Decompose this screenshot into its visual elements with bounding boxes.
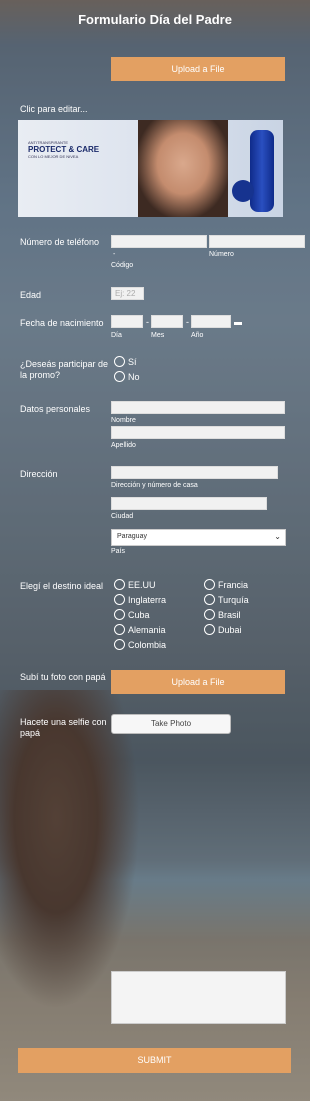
birth-year-caption: Año <box>191 332 204 339</box>
dest-dubai-radio[interactable]: Dubai <box>204 624 242 635</box>
birthdate-label: Fecha de nacimiento <box>20 318 104 328</box>
radio-circle-icon <box>114 594 125 605</box>
radio-circle-icon <box>114 371 125 382</box>
phone-code-caption: Código <box>111 262 134 269</box>
phone-label: Número de teléfono <box>20 237 100 247</box>
page-title: Formulario Día del Padre <box>78 12 232 27</box>
age-input[interactable]: Ej: 22 <box>111 287 144 300</box>
street-input[interactable] <box>111 466 278 479</box>
dest-france-radio[interactable]: Francia <box>204 579 248 590</box>
dest-usa-radio[interactable]: EE.UU <box>114 579 156 590</box>
ad-subline: CON LO MEJOR DE NIVEA <box>28 154 79 159</box>
promo-label: ¿Deseás participar de la promo? <box>20 359 109 380</box>
radio-circle-icon <box>204 579 215 590</box>
click-to-edit-text[interactable]: Clic para editar... <box>20 104 88 115</box>
radio-circle-icon <box>204 624 215 635</box>
age-label: Edad <box>20 290 42 300</box>
phone-number-input[interactable] <box>209 235 305 248</box>
promo-no-radio[interactable]: No <box>114 371 140 382</box>
dest-cuba-radio[interactable]: Cuba <box>114 609 150 620</box>
nivea-ad-image: ANTITRANSPIRANTE PROTECT & CARE CON LO M… <box>18 120 283 217</box>
first-name-caption: Nombre <box>111 417 136 424</box>
radio-circle-icon <box>114 609 125 620</box>
chevron-down-icon: ⌄ <box>274 532 281 541</box>
radio-circle-icon <box>204 594 215 605</box>
city-caption: Ciudad <box>111 513 134 520</box>
city-input[interactable] <box>111 497 267 510</box>
phone-number-caption: Número <box>209 251 234 258</box>
ad-headline: PROTECT & CARE <box>28 145 100 154</box>
birth-month-input[interactable] <box>151 315 183 328</box>
phone-code-input[interactable] <box>111 235 207 248</box>
birth-sep-1: - <box>146 317 149 327</box>
take-photo-button[interactable]: Take Photo <box>111 714 231 734</box>
phone-dash: - <box>113 251 116 258</box>
radio-circle-icon <box>204 609 215 620</box>
personal-data-label: Datos personales <box>20 404 91 414</box>
ad-tin-picture <box>232 180 254 202</box>
dest-brazil-radio[interactable]: Brasil <box>204 609 241 620</box>
dest-colombia-radio[interactable]: Colombia <box>114 639 166 650</box>
destination-label: Elegí el destino ideal <box>20 581 104 591</box>
birth-month-caption: Mes <box>151 332 165 339</box>
dest-england-radio[interactable]: Inglaterra <box>114 594 166 605</box>
upload-top-button[interactable]: Upload a File <box>111 57 285 81</box>
ad-model-picture <box>138 120 228 217</box>
birth-day-caption: Día <box>111 332 122 339</box>
birth-sep-2: - <box>186 317 189 327</box>
street-caption: Dirección y número de casa <box>111 482 198 489</box>
address-label: Dirección <box>20 469 58 479</box>
upload-photo-button[interactable]: Upload a File <box>111 670 285 694</box>
promo-yes-radio[interactable]: Sí <box>114 356 137 367</box>
first-name-input[interactable] <box>111 401 285 414</box>
radio-circle-icon <box>114 356 125 367</box>
radio-circle-icon <box>114 624 125 635</box>
ad-bottle-picture <box>250 130 274 212</box>
calendar-icon[interactable] <box>234 322 242 325</box>
last-name-input[interactable] <box>111 426 285 439</box>
country-caption: País <box>111 548 126 555</box>
birth-year-input[interactable] <box>191 315 231 328</box>
last-name-caption: Apellido <box>111 442 136 449</box>
selfie-label: Hacete una selfie con papá <box>20 717 107 738</box>
dest-turkey-radio[interactable]: Turquía <box>204 594 249 605</box>
radio-circle-icon <box>114 639 125 650</box>
comments-textarea[interactable] <box>111 971 286 1024</box>
country-select[interactable]: Paraguay ⌄ <box>111 529 286 546</box>
submit-button[interactable]: SUBMIT <box>18 1048 291 1073</box>
birth-day-input[interactable] <box>111 315 143 328</box>
dest-germany-radio[interactable]: Alemania <box>114 624 166 635</box>
photo-label: Subí tu foto con papá <box>20 672 106 682</box>
radio-circle-icon <box>114 579 125 590</box>
